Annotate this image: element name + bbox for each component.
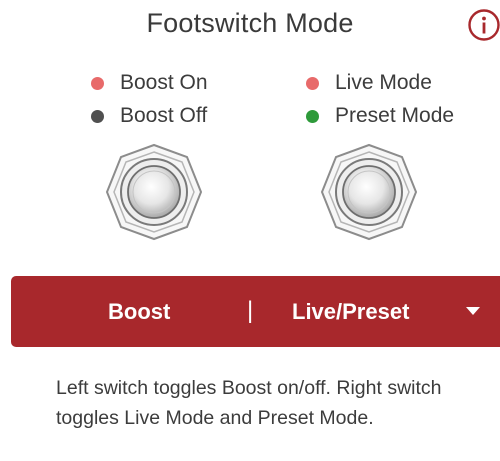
legend-label: Boost On [120, 71, 208, 94]
status-dot [91, 76, 104, 90]
footswitch-mode-dropdown[interactable]: Boost | Live/Preset [11, 276, 500, 347]
mode-right-label: Live/Preset [292, 299, 410, 324]
mode-separator: | [247, 297, 254, 324]
status-dot [306, 109, 319, 123]
status-dot [91, 109, 104, 123]
caret-down-icon [466, 307, 480, 315]
legend-item-boost-on: Boost On [91, 70, 208, 96]
legend-label: Boost Off [120, 104, 208, 127]
right-footswitch-icon [320, 143, 418, 241]
legend-item-preset-mode: Preset Mode [306, 103, 454, 129]
legend-item-boost-off: Boost Off [91, 103, 207, 129]
legend-label: Live Mode [335, 71, 432, 94]
mode-left-label: Boost [108, 299, 171, 324]
left-footswitch-icon [105, 143, 203, 241]
info-icon[interactable] [467, 8, 500, 42]
mode-description: Left switch toggles Boost on/off. Right … [56, 377, 442, 429]
legend-label: Preset Mode [335, 104, 455, 127]
legend-item-live-mode: Live Mode [306, 70, 432, 96]
page-title: Footswitch Mode [146, 8, 354, 38]
status-dot [306, 76, 319, 90]
footswitch-mode-panel: Footswitch Mode Boost On Boost Off Live … [0, 0, 500, 461]
